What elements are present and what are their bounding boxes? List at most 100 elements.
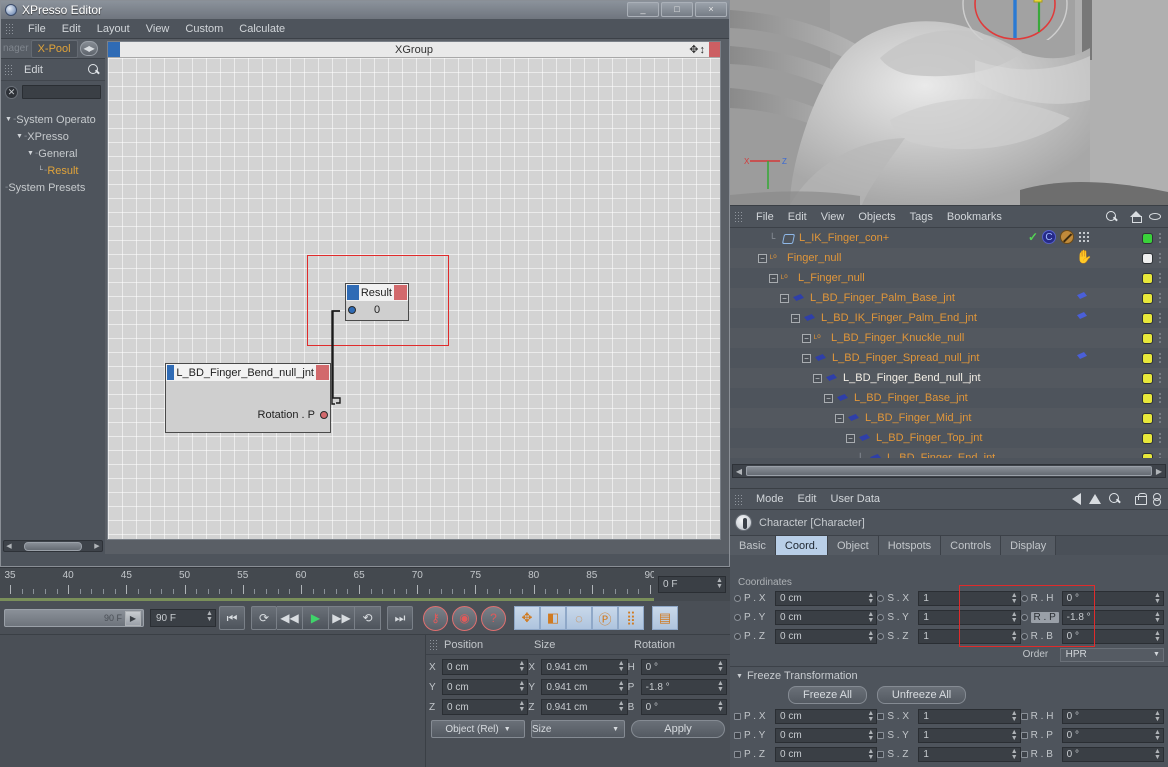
param-key-button[interactable]: Ⓟ (592, 606, 618, 630)
expand-collapse-icon[interactable]: − (758, 253, 767, 263)
grip-handle-icon[interactable] (734, 211, 743, 222)
search-icon[interactable] (1106, 210, 1118, 223)
xgroup-header[interactable]: XGroup ✥↕ (108, 42, 720, 58)
visibility-dot[interactable] (1142, 372, 1153, 384)
node-finger-bend[interactable]: L_BD_Finger_Bend_null_jnt Rotation . P (165, 363, 331, 433)
xpool-tree-item[interactable]: ▼ - General (1, 145, 105, 162)
freeze-toggle-icon[interactable] (877, 595, 885, 602)
freeze-section-header[interactable]: ▼ Freeze Transformation (730, 667, 1168, 684)
spinner-icon[interactable]: ▲ ▼ (867, 630, 874, 643)
field-input[interactable]: 0 cm ▲ ▼ (775, 709, 878, 724)
node-output-block[interactable] (394, 285, 407, 300)
node-output-block[interactable] (316, 365, 329, 380)
expand-collapse-icon[interactable]: − (780, 293, 789, 303)
menu-calculate[interactable]: Calculate (231, 19, 293, 39)
om-menu-objects[interactable]: Objects (851, 211, 902, 223)
object-row[interactable]: − L_BD_Finger_Palm_Base_jnt (730, 288, 1168, 308)
field-input[interactable]: 0 ° ▲ ▼ (1061, 629, 1164, 644)
spinner-icon[interactable]: ▲ ▼ (717, 700, 724, 713)
field-input[interactable]: 0 ° ▲ ▼ (1061, 709, 1164, 724)
grip-handle-icon[interactable] (5, 23, 14, 34)
autokey-button[interactable]: ◉ (452, 605, 477, 631)
bone-icon[interactable] (858, 432, 872, 444)
visibility-dot[interactable] (1142, 412, 1153, 424)
bone-tag-icon[interactable] (1076, 350, 1090, 362)
spinner-icon[interactable]: ▲ ▼ (518, 660, 525, 673)
tab-display[interactable]: Display (1001, 536, 1057, 555)
field-input[interactable]: 0 cm ▲ ▼ (775, 629, 878, 644)
visibility-toggle-icon[interactable] (1158, 332, 1162, 344)
freeze-toggle-icon[interactable] (734, 633, 741, 640)
spinner-icon[interactable]: ▲ ▼ (1011, 592, 1018, 605)
freeze-toggle-icon[interactable] (1020, 713, 1028, 720)
bone-tag-icon[interactable] (1076, 310, 1090, 322)
rotation-order-select[interactable]: HPR ▼ (1059, 647, 1164, 662)
visibility-toggle-icon[interactable] (1158, 312, 1162, 324)
node-header[interactable]: Result (346, 284, 408, 301)
grip-handle-icon[interactable] (4, 64, 13, 75)
go-to-start-button[interactable]: ⏮ (219, 606, 245, 630)
freeze-toggle-icon[interactable] (877, 614, 885, 621)
tree-corner-icon[interactable]: └ (38, 167, 43, 174)
freeze-toggle-icon[interactable] (877, 751, 885, 758)
freeze-toggle-icon[interactable] (734, 614, 741, 621)
object-row[interactable]: − L_BD_IK_Finger_Palm_End_jnt (730, 308, 1168, 328)
node-header[interactable]: L_BD_Finger_Bend_null_jnt (166, 364, 330, 381)
expand-collapse-icon[interactable]: − (802, 353, 811, 363)
key-mode-button[interactable]: ? (481, 605, 506, 631)
xpool-edit-menu[interactable]: Edit (19, 64, 48, 76)
bone-icon[interactable] (847, 412, 861, 424)
visibility-dot[interactable] (1142, 232, 1153, 244)
spinner-icon[interactable]: ▲ ▼ (1154, 611, 1161, 624)
cm-input[interactable]: 0 ° ▲ ▼ (640, 659, 727, 675)
loop-forward-button[interactable]: ⟲ (355, 606, 381, 630)
spinner-icon[interactable]: ▲ ▼ (618, 700, 625, 713)
bone-icon[interactable] (825, 372, 839, 384)
clear-search-icon[interactable]: ✕ (5, 85, 18, 99)
back-arrow-icon[interactable] (1072, 493, 1081, 505)
scale-key-button[interactable]: ◧ (540, 606, 566, 630)
expand-collapse-icon[interactable]: − (835, 413, 844, 423)
scroll-right-icon[interactable]: ▶ (1154, 467, 1164, 476)
spinner-icon[interactable]: ▲ ▼ (206, 610, 213, 623)
lock-icon[interactable] (1134, 493, 1147, 505)
xpool-tree-item[interactable]: ▼ - System Operato (1, 111, 105, 128)
minimize-button[interactable]: _ (627, 2, 659, 17)
null-icon[interactable]: ᴸ⁰ (814, 332, 827, 344)
window-titlebar[interactable]: XPresso Editor _ □ × (1, 1, 729, 19)
record-key-button[interactable]: ⚷ (423, 605, 448, 631)
size-mode-select[interactable]: Size ▼ (531, 720, 625, 738)
position-key-button[interactable]: ✥ (514, 606, 540, 630)
cm-input[interactable]: 0 cm ▲ ▼ (442, 679, 529, 695)
expand-collapse-icon[interactable]: − (813, 373, 822, 383)
am-menu-userdata[interactable]: User Data (824, 493, 888, 505)
bone-icon[interactable] (792, 292, 806, 304)
spinner-icon[interactable]: ▲ ▼ (717, 680, 724, 693)
visibility-toggle-icon[interactable] (1158, 272, 1162, 284)
rotation-gizmo-icon[interactable] (935, 0, 1095, 40)
visibility-dot[interactable] (1142, 392, 1153, 404)
object-row[interactable]: − L_BD_Finger_Mid_jnt (730, 408, 1168, 428)
tab-object[interactable]: Object (827, 536, 879, 555)
field-input[interactable]: 1 ▲ ▼ (918, 591, 1021, 606)
null-icon[interactable]: ᴸ⁰ (781, 272, 794, 284)
go-to-end-button[interactable]: ⏭ (387, 606, 413, 630)
field-input[interactable]: -1.8 ° ▲ ▼ (1061, 610, 1164, 625)
menu-edit[interactable]: Edit (54, 19, 89, 39)
freeze-toggle-icon[interactable] (877, 713, 885, 720)
input-port-icon[interactable] (348, 306, 356, 314)
visibility-dot[interactable] (1142, 292, 1153, 304)
freeze-toggle-icon[interactable] (877, 633, 885, 640)
tab-xpool[interactable]: X-Pool (30, 39, 78, 58)
output-port-icon[interactable] (320, 411, 328, 419)
node-port-row[interactable]: Rotation . P (258, 406, 328, 424)
object-row[interactable]: └ L_IK_Finger_con+ ✓ C (730, 228, 1168, 248)
graph-canvas[interactable]: Result 0 L_BD_Finger_Bend_null_jnt Rotat… (108, 58, 720, 539)
spinner-icon[interactable]: ▲ ▼ (867, 710, 874, 723)
freeze-toggle-icon[interactable] (734, 595, 741, 602)
visibility-dot[interactable] (1142, 252, 1153, 264)
constraint-tag-icon[interactable]: C (1042, 230, 1056, 244)
field-input[interactable]: 1 ▲ ▼ (918, 629, 1021, 644)
xgroup-header-icons[interactable]: ✥↕ (689, 43, 706, 56)
tab-basic[interactable]: Basic (730, 536, 776, 555)
